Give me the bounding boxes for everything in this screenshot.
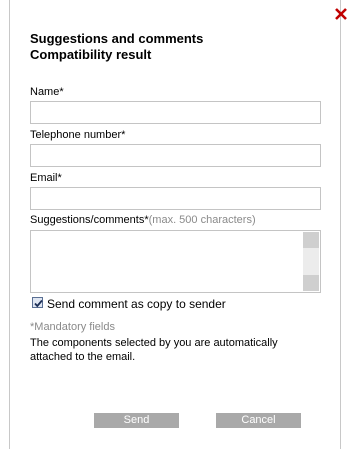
comments-hint: (max. 500 characters): [148, 214, 256, 226]
phone-field[interactable]: [30, 144, 321, 167]
dialog-title: Suggestions and comments: [30, 31, 204, 46]
cancel-button[interactable]: Cancel: [216, 413, 301, 428]
checkmark-icon: [34, 299, 43, 308]
name-field[interactable]: [30, 101, 321, 124]
comments-scrollbar[interactable]: [303, 232, 319, 291]
copy-checkbox-label[interactable]: Send comment as copy to sender: [47, 297, 226, 311]
comments-label-row: Suggestions/comments*(max. 500 character…: [30, 214, 256, 227]
info-text: The components selected by you are autom…: [30, 337, 278, 363]
email-label: Email*: [30, 172, 62, 184]
comments-label: Suggestions/comments*: [30, 214, 149, 226]
dialog-subtitle: Compatibility result: [30, 47, 152, 62]
email-field[interactable]: [30, 187, 321, 210]
copy-checkbox[interactable]: [32, 297, 43, 308]
scroll-down-arrow[interactable]: [303, 275, 319, 291]
phone-label: Telephone number*: [30, 129, 126, 141]
send-button[interactable]: Send: [94, 413, 179, 428]
scroll-up-arrow[interactable]: [303, 232, 319, 248]
comments-textarea[interactable]: [30, 230, 321, 293]
mandatory-note: *Mandatory fields: [30, 321, 115, 333]
close-icon[interactable]: [334, 7, 348, 21]
name-label: Name*: [30, 86, 64, 98]
